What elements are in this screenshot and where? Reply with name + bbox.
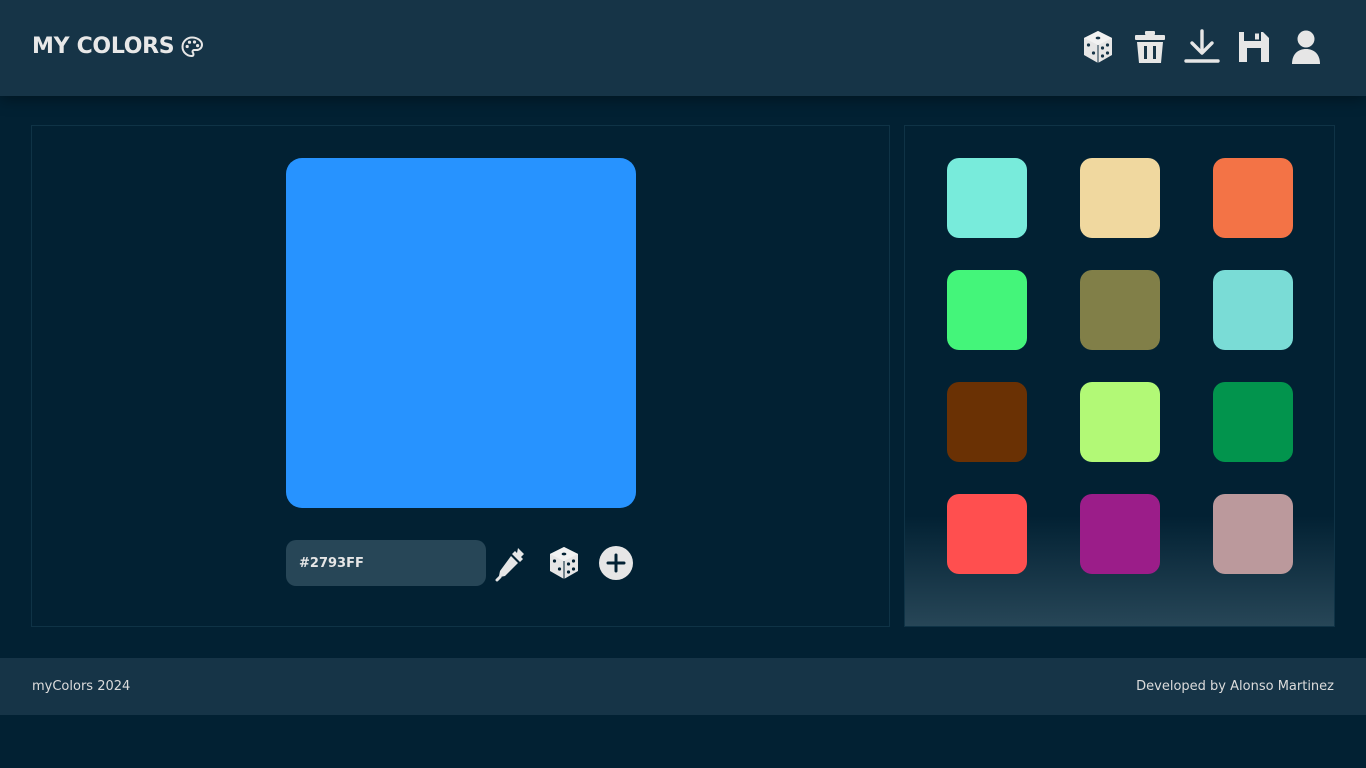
swatch-grid: [947, 158, 1293, 574]
plus-circle-icon: [599, 546, 633, 580]
save-button[interactable]: [1236, 28, 1272, 66]
add-color-button[interactable]: [598, 544, 634, 582]
color-swatch[interactable]: [947, 158, 1027, 238]
eyedropper-icon: [495, 548, 524, 582]
dice-icon: [550, 547, 578, 579]
download-icon: [1184, 29, 1220, 63]
delete-button[interactable]: [1132, 28, 1168, 66]
footer-copyright: myColors 2024: [32, 679, 131, 694]
profile-button[interactable]: [1288, 28, 1324, 66]
trash-icon: [1135, 31, 1165, 63]
color-swatch[interactable]: [1080, 494, 1160, 574]
app-header: MY COLORS: [0, 0, 1366, 96]
color-editor-panel: [31, 125, 890, 627]
footer-credit: Developed by Alonso Martinez: [1136, 679, 1334, 694]
palette-icon: [180, 35, 204, 59]
floppy-disk-icon: [1239, 32, 1269, 62]
color-swatch[interactable]: [1213, 270, 1293, 350]
color-preview: [286, 158, 636, 508]
download-button[interactable]: [1184, 28, 1220, 66]
color-swatch[interactable]: [1080, 158, 1160, 238]
user-icon: [1292, 30, 1320, 64]
random-color-button[interactable]: [546, 544, 582, 582]
color-swatch[interactable]: [1213, 158, 1293, 238]
color-swatch[interactable]: [1213, 382, 1293, 462]
color-swatch[interactable]: [1213, 494, 1293, 574]
color-swatch[interactable]: [947, 382, 1027, 462]
brand: MY COLORS: [32, 34, 204, 59]
dice-icon: [1084, 31, 1112, 63]
color-swatch[interactable]: [947, 494, 1027, 574]
hex-color-input[interactable]: [286, 540, 486, 586]
header-toolbar: [1080, 28, 1324, 66]
app-footer: myColors 2024 Developed by Alonso Martin…: [0, 658, 1366, 715]
color-swatch[interactable]: [1080, 382, 1160, 462]
random-dice-button[interactable]: [1080, 28, 1116, 66]
color-swatch[interactable]: [947, 270, 1027, 350]
saved-colors-panel: [904, 125, 1335, 627]
eyedropper-button[interactable]: [494, 544, 530, 582]
app-title: MY COLORS: [32, 34, 175, 59]
color-swatch[interactable]: [1080, 270, 1160, 350]
